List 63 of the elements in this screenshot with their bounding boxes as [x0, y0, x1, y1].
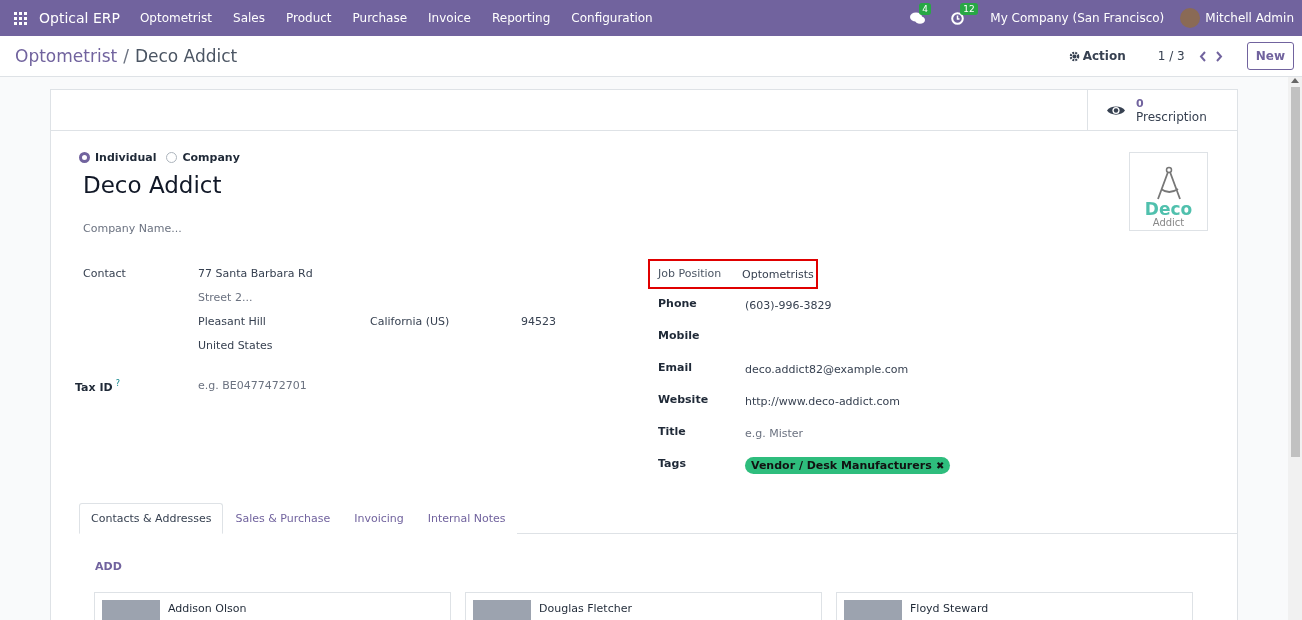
company-name-field[interactable]: Company Name... [83, 222, 283, 235]
menu-item[interactable]: Product [286, 11, 332, 25]
partner-name: Deco Addict [83, 172, 222, 198]
tab[interactable]: Contacts & Addresses [79, 503, 224, 534]
field-label: Email [658, 360, 693, 374]
tag-label: Vendor / Desk Manufacturers [751, 459, 932, 472]
breadcrumb-current: Deco Addict [134, 46, 238, 66]
field-value: Optometrists [742, 268, 814, 281]
tax-id-field[interactable]: e.g. BE0477472701 [198, 379, 378, 392]
menu-item[interactable]: Sales [233, 11, 265, 25]
city-value: Pleasant Hill [198, 315, 267, 328]
scroll-up-arrow-icon[interactable] [1291, 77, 1299, 83]
field-value: (603)-996-3829 [745, 299, 832, 312]
gear-icon [1068, 50, 1080, 62]
breadcrumb-separator: / [123, 46, 129, 66]
activity-count: 12 [960, 2, 978, 15]
eye-icon [1106, 103, 1126, 117]
field-value: http://www.deco-addict.com [745, 395, 900, 408]
user-menu[interactable]: Mitchell Admin [1205, 11, 1294, 25]
title-field[interactable]: e.g. Mister [745, 427, 865, 440]
field-label: Mobile [658, 328, 701, 342]
remove-tag-button[interactable]: ✖ [935, 460, 944, 471]
breadcrumb-link[interactable]: Optometrist [15, 46, 118, 66]
contact-name: Douglas Fletcher [539, 602, 632, 617]
clock-icon[interactable] [951, 11, 965, 25]
app-name[interactable]: Optical ERP [39, 10, 120, 26]
street2-field[interactable]: Street 2... [198, 291, 358, 304]
contact-card[interactable]: Douglas Fletcher [465, 592, 822, 620]
scrollbar[interactable] [1288, 77, 1302, 620]
company-switcher[interactable]: My Company (San Francisco) [990, 11, 1165, 25]
action-button[interactable]: Action [1062, 48, 1132, 64]
street-value: 77 Santa Barbara Rd [198, 267, 314, 280]
menu-item[interactable]: Purchase [352, 11, 408, 25]
company-logo: Deco Addict [1129, 152, 1208, 231]
field-label: Contact [82, 267, 127, 280]
field-label: Phone [658, 296, 698, 310]
field-label: Website [658, 392, 710, 406]
pager-value: 1 / 3 [1157, 49, 1185, 63]
state-value: California (US) [370, 315, 451, 328]
menu-item[interactable]: Reporting [491, 11, 551, 25]
menu-item[interactable]: Invoice [428, 11, 471, 25]
apps-menu-icon[interactable] [14, 11, 27, 25]
field-label: Tax ID [75, 381, 113, 394]
country-value: United States [198, 339, 274, 352]
zip-value: 94523 [521, 315, 557, 328]
contact-card[interactable]: Floyd Steward [836, 592, 1193, 620]
message-count: 4 [919, 2, 932, 15]
new-button[interactable]: New [1246, 42, 1294, 70]
field-label: Job Position [658, 267, 723, 280]
field-label: Title [658, 424, 687, 438]
field-label: Tags [658, 456, 687, 470]
avatar [1180, 8, 1201, 28]
radio-option[interactable]: Individual [79, 151, 157, 164]
add-button[interactable]: ADD [95, 560, 122, 573]
field-value: deco.addict82@example.com [745, 363, 909, 376]
contact-name: Floyd Steward [910, 602, 989, 617]
menu-item[interactable]: Optometrist [139, 11, 213, 25]
radio-option[interactable]: Company [166, 151, 240, 164]
help-icon[interactable]: ? [115, 379, 120, 388]
contact-name: Addison Olson [168, 602, 247, 617]
chat-icon[interactable] [910, 11, 926, 25]
contact-card[interactable]: Addison Olson [94, 592, 451, 620]
menu-item[interactable]: Configuration [571, 11, 653, 25]
